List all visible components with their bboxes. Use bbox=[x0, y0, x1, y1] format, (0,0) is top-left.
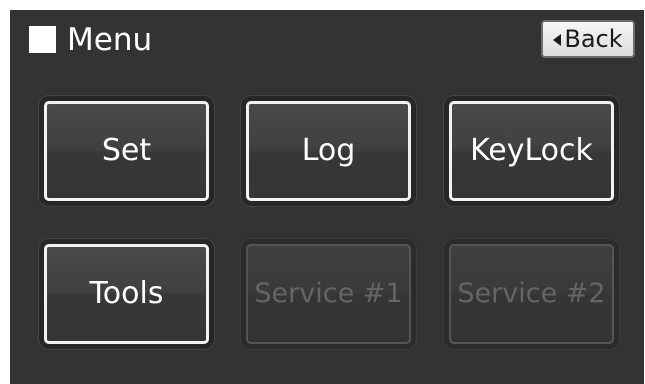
service1-button[interactable]: Service #1 bbox=[246, 244, 411, 344]
tools-button[interactable]: Tools bbox=[44, 244, 209, 344]
menu-square-icon bbox=[29, 26, 56, 53]
back-button-label: Back bbox=[564, 25, 623, 53]
keylock-button[interactable]: KeyLock bbox=[449, 101, 614, 201]
service1-button-label: Service #1 bbox=[254, 278, 403, 309]
service2-button-label: Service #2 bbox=[457, 278, 606, 309]
tools-button-label: Tools bbox=[89, 276, 164, 311]
service2-button[interactable]: Service #2 bbox=[449, 244, 614, 344]
set-button-label: Set bbox=[101, 133, 152, 168]
log-button[interactable]: Log bbox=[246, 101, 411, 201]
set-button[interactable]: Set bbox=[44, 101, 209, 201]
menu-screen: Menu Back Set Log KeyLock Tools Service … bbox=[10, 10, 644, 384]
back-button[interactable]: Back bbox=[541, 20, 635, 58]
log-button-label: Log bbox=[301, 133, 356, 168]
keylock-button-label: KeyLock bbox=[470, 133, 593, 168]
left-triangle-icon bbox=[553, 33, 562, 46]
page-title: Menu bbox=[67, 22, 153, 58]
header-bar: Menu Back bbox=[10, 10, 644, 80]
